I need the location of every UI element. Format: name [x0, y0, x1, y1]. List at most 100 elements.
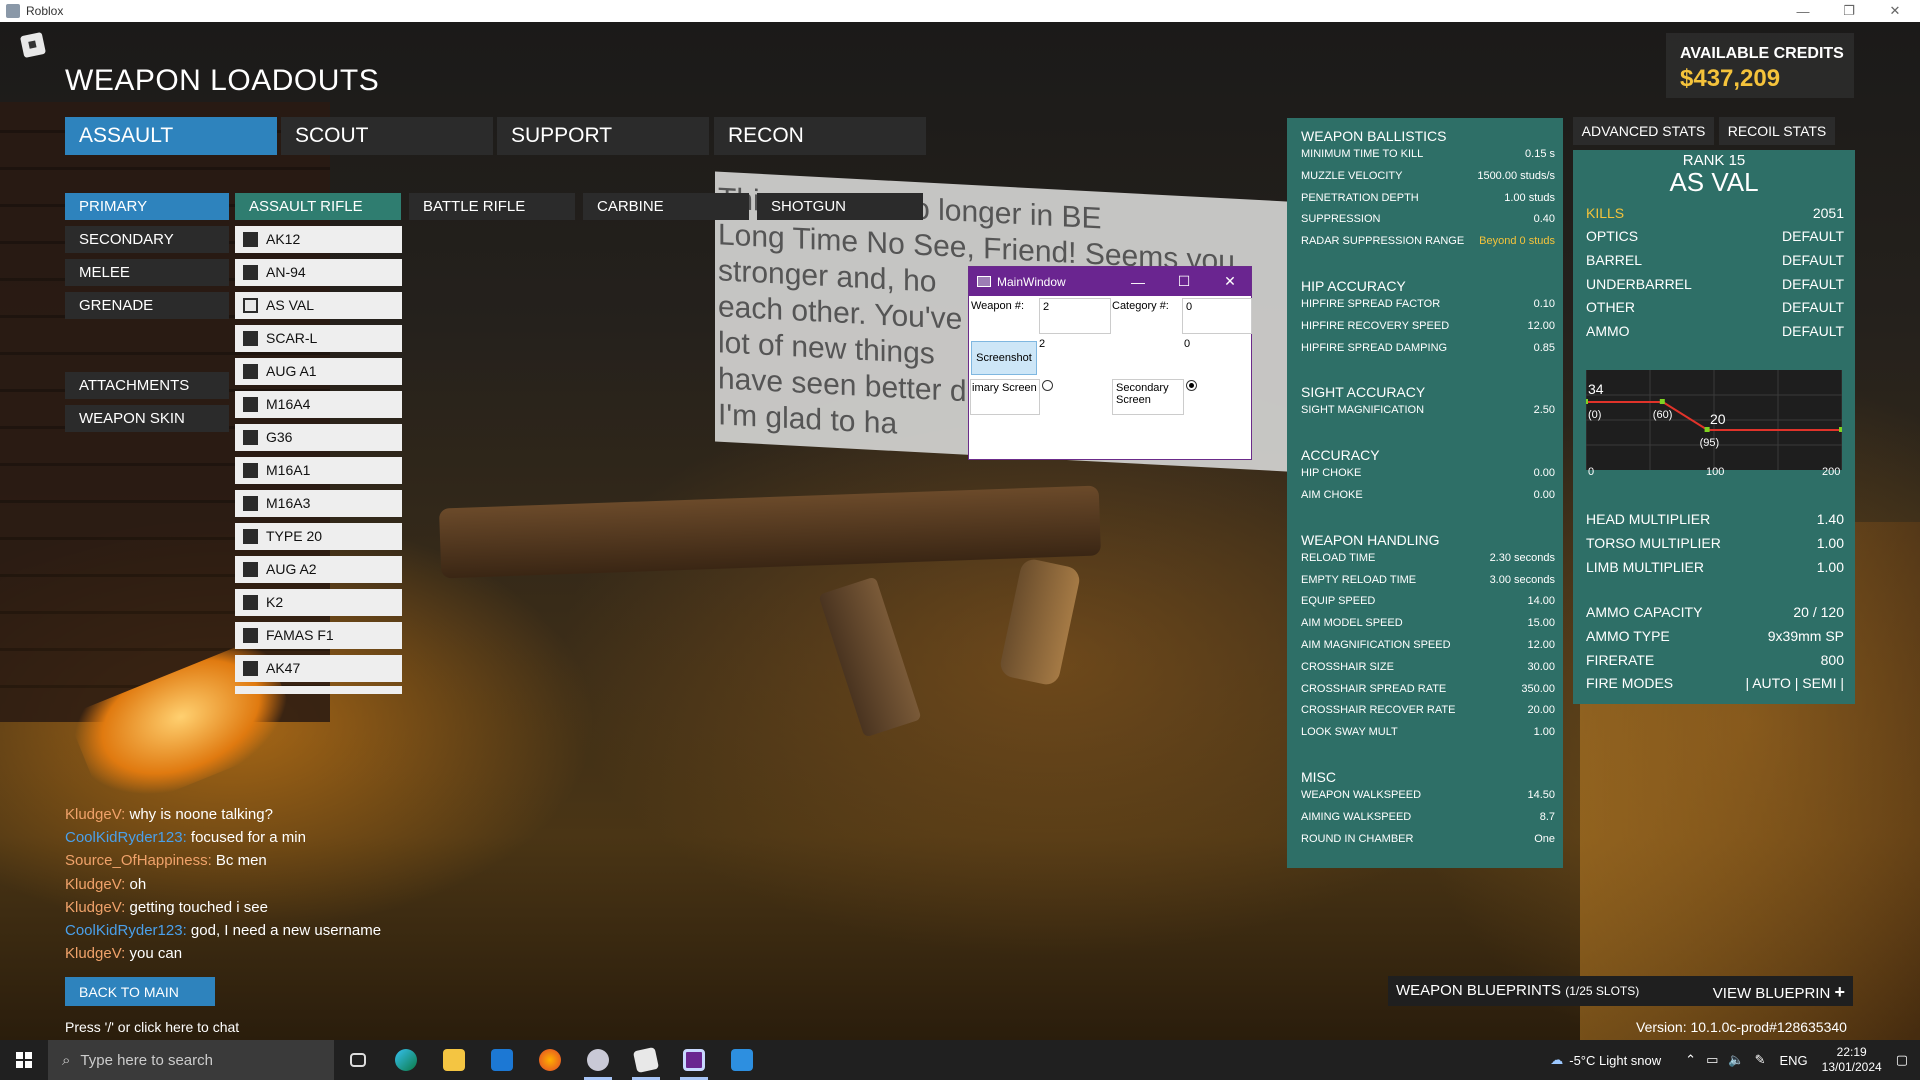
weapon-item[interactable]: AK12: [235, 226, 402, 253]
language-indicator[interactable]: ENG: [1779, 1053, 1807, 1068]
slot-primary[interactable]: PRIMARY: [65, 193, 229, 220]
game-app-icon[interactable]: [574, 1040, 622, 1080]
back-to-main-button[interactable]: BACK TO MAIN: [65, 977, 215, 1006]
checkbox-icon: [243, 364, 258, 379]
close-button[interactable]: ✕: [1872, 0, 1918, 22]
weapon-item[interactable]: AS VAL: [235, 292, 402, 319]
minimize-button[interactable]: —: [1780, 0, 1826, 22]
volume-icon[interactable]: 🔈: [1728, 1052, 1744, 1068]
type-carbine[interactable]: CARBINE: [583, 193, 749, 220]
stat-row: FIRE MODES | AUTO | SEMI |: [1586, 675, 1844, 691]
slot-attachments[interactable]: ATTACHMENTS: [65, 372, 229, 399]
stat-label: HIP CHOKE: [1301, 467, 1362, 480]
primary-screen-radio[interactable]: [1042, 380, 1053, 391]
tab-assault[interactable]: ASSAULT: [65, 117, 277, 155]
notifications-icon[interactable]: ▢: [1896, 1052, 1908, 1068]
mail-icon[interactable]: [478, 1040, 526, 1080]
chat-username[interactable]: CoolKidRyder123:: [65, 829, 187, 846]
weather-text[interactable]: -5°C Light snow: [1569, 1053, 1661, 1068]
network-icon[interactable]: ▭: [1706, 1052, 1718, 1068]
restore-button[interactable]: ❐: [1826, 0, 1872, 22]
roblox-app-icon: [6, 4, 20, 18]
tab-recon[interactable]: RECON: [714, 117, 926, 155]
edge-icon[interactable]: [382, 1040, 430, 1080]
stat-row: AMMO CAPACITY 20 / 120: [1586, 604, 1844, 620]
taskbar: ⌕ Type here to search ☁ -5°C Light snow …: [0, 1040, 1920, 1080]
roblox-menu-icon[interactable]: [19, 31, 47, 59]
weapon-model-body: [438, 485, 1102, 579]
weapon-item[interactable]: AUG A1: [235, 358, 402, 385]
blueprints-label: WEAPON BLUEPRINTS: [1396, 982, 1562, 999]
tab-scout[interactable]: SCOUT: [281, 117, 493, 155]
taskbar-search[interactable]: ⌕ Type here to search: [48, 1040, 334, 1080]
weapon-item[interactable]: TYPE 20: [235, 523, 402, 550]
stat-label: AIM CHOKE: [1301, 489, 1363, 501]
weapon-item[interactable]: SCAR-L: [235, 325, 402, 352]
file-explorer-icon[interactable]: [430, 1040, 478, 1080]
chart-annotation: (60): [1653, 409, 1673, 421]
stat-label: SUPPRESSION: [1301, 213, 1381, 226]
secondary-screen-radio[interactable]: [1186, 380, 1197, 391]
stat-value: 800: [1820, 651, 1844, 668]
photos-icon[interactable]: [718, 1040, 766, 1080]
chat-message: KludgeV: oh: [65, 873, 381, 896]
firefox-icon[interactable]: [526, 1040, 574, 1080]
chat-username[interactable]: KludgeV:: [65, 945, 125, 962]
damage-falloff-chart: 34 20 (0) (60) (95): [1583, 370, 1844, 470]
weapon-item[interactable]: K2: [235, 589, 402, 616]
chat-username[interactable]: Source_OfHappiness:: [65, 852, 212, 869]
tab-support[interactable]: SUPPORT: [497, 117, 709, 155]
stat-value: 0.00: [1533, 467, 1555, 480]
chat-username[interactable]: KludgeV:: [65, 876, 125, 893]
weapon-name: AS VAL: [1669, 167, 1759, 197]
slot-secondary[interactable]: SECONDARY: [65, 226, 229, 253]
task-view-icon[interactable]: [334, 1040, 382, 1080]
weapon-item[interactable]: AK47: [235, 655, 402, 682]
page-title: WEAPON LOADOUTS: [65, 64, 380, 97]
dialog-maximize-button[interactable]: ☐: [1161, 267, 1207, 296]
chat-username[interactable]: KludgeV:: [65, 899, 125, 916]
slot-weapon-skin[interactable]: WEAPON SKIN: [65, 405, 229, 432]
stat-row: EMPTY RELOAD TIME 3.00 seconds: [1301, 574, 1555, 586]
weapon-item[interactable]: M16A4: [235, 391, 402, 418]
start-button[interactable]: [0, 1040, 48, 1080]
category-number-input[interactable]: 0: [1182, 298, 1252, 334]
weapon-item[interactable]: AN-94: [235, 259, 402, 286]
tab-advanced-stats[interactable]: ADVANCED STATS: [1573, 117, 1714, 145]
stat-value: 2.30 seconds: [1489, 551, 1555, 564]
view-blueprints-button[interactable]: VIEW BLUEPRIN +: [1713, 982, 1845, 1003]
screenshot-button[interactable]: Screenshot: [971, 341, 1037, 375]
slot-grenade[interactable]: GRENADE: [65, 292, 229, 319]
stat-label: AMMO CAPACITY: [1586, 604, 1703, 620]
weapon-item[interactable]: M16A3: [235, 490, 402, 517]
weapon-item[interactable]: FAMAS F1: [235, 622, 402, 649]
dialog-close-button[interactable]: ✕: [1207, 267, 1253, 296]
clock[interactable]: 22:19 13/01/2024: [1822, 1045, 1882, 1075]
chat-hint[interactable]: Press '/' or click here to chat: [65, 1019, 239, 1035]
weapon-item[interactable]: M16A1: [235, 457, 402, 484]
stat-label: MUZZLE VELOCITY: [1301, 169, 1403, 182]
weapon-item-label: TYPE 20: [266, 528, 323, 544]
pen-icon[interactable]: ✎: [1755, 1052, 1766, 1068]
tray-expand-icon[interactable]: ⌃: [1685, 1052, 1696, 1068]
dialog-title: MainWindow: [997, 274, 1066, 289]
roblox-taskbar-icon[interactable]: [622, 1040, 670, 1080]
slot-melee[interactable]: MELEE: [65, 259, 229, 286]
stat-row: OPTICS DEFAULT: [1586, 228, 1844, 244]
kills-value: 2051: [1812, 205, 1844, 221]
checkbox-icon: [243, 265, 258, 280]
chat-username[interactable]: CoolKidRyder123:: [65, 922, 187, 939]
type-assault-rifle[interactable]: ASSAULT RIFLE: [235, 193, 401, 220]
mainwindow-taskbar-icon[interactable]: [670, 1040, 718, 1080]
weapon-item[interactable]: AUG A2: [235, 556, 402, 583]
dialog-minimize-button[interactable]: —: [1115, 267, 1161, 296]
chat-username[interactable]: KludgeV:: [65, 806, 125, 823]
weapon-number-input[interactable]: 2: [1039, 298, 1111, 334]
stat-row: CROSSHAIR RECOVER RATE 20.00: [1301, 704, 1555, 716]
tab-recoil-stats[interactable]: RECOIL STATS: [1719, 117, 1835, 145]
type-shotgun[interactable]: SHOTGUN: [757, 193, 923, 220]
chart-annotation: 20: [1710, 411, 1726, 427]
weapon-item[interactable]: G36: [235, 424, 402, 451]
type-battle-rifle[interactable]: BATTLE RIFLE: [409, 193, 575, 220]
section-title: WEAPON BALLISTICS: [1301, 128, 1447, 144]
